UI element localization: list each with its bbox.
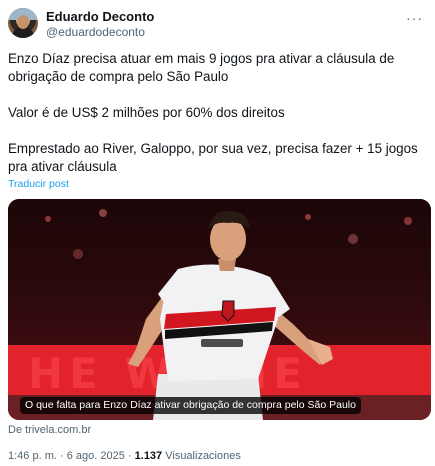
football-player-photo — [128, 210, 333, 420]
author-name[interactable]: Eduardo Deconto — [46, 9, 154, 24]
avatar[interactable] — [8, 8, 38, 38]
meta-separator: · — [59, 450, 64, 462]
ellipsis-icon[interactable]: ··· — [406, 10, 423, 26]
link-card-caption: O que falta para Enzo Díaz ativar obriga… — [20, 397, 361, 414]
post-paragraph: Emprestado ao River, Galoppo, por sua ve… — [8, 141, 418, 174]
post-date[interactable]: 6 ago. 2025 — [67, 450, 125, 462]
views-label: Visualizaciones — [165, 450, 241, 462]
link-card-image[interactable]: HE WE HE O que falta para Enzo Díaz ativ… — [8, 199, 431, 420]
post-paragraph: Valor é de US$ 2 milhões por 60% dos dir… — [8, 105, 285, 120]
post-text: Enzo Díaz precisa atuar em mais 9 jogos … — [8, 50, 428, 176]
post-time[interactable]: 1:46 p. m. — [8, 450, 57, 462]
meta-separator: · — [127, 450, 132, 462]
post-header: Eduardo Deconto @eduardodeconto ··· — [8, 8, 427, 40]
translate-post-link[interactable]: Traducir post — [8, 178, 69, 190]
link-source[interactable]: De trivela.com.br — [8, 424, 91, 436]
views-count: 1.137 — [134, 450, 163, 462]
post-paragraph: Enzo Díaz precisa atuar em mais 9 jogos … — [8, 51, 395, 84]
post-meta: 1:46 p. m. · 6 ago. 2025 · 1.137 Visuali… — [8, 450, 241, 462]
author-handle[interactable]: @eduardodeconto — [46, 25, 145, 39]
